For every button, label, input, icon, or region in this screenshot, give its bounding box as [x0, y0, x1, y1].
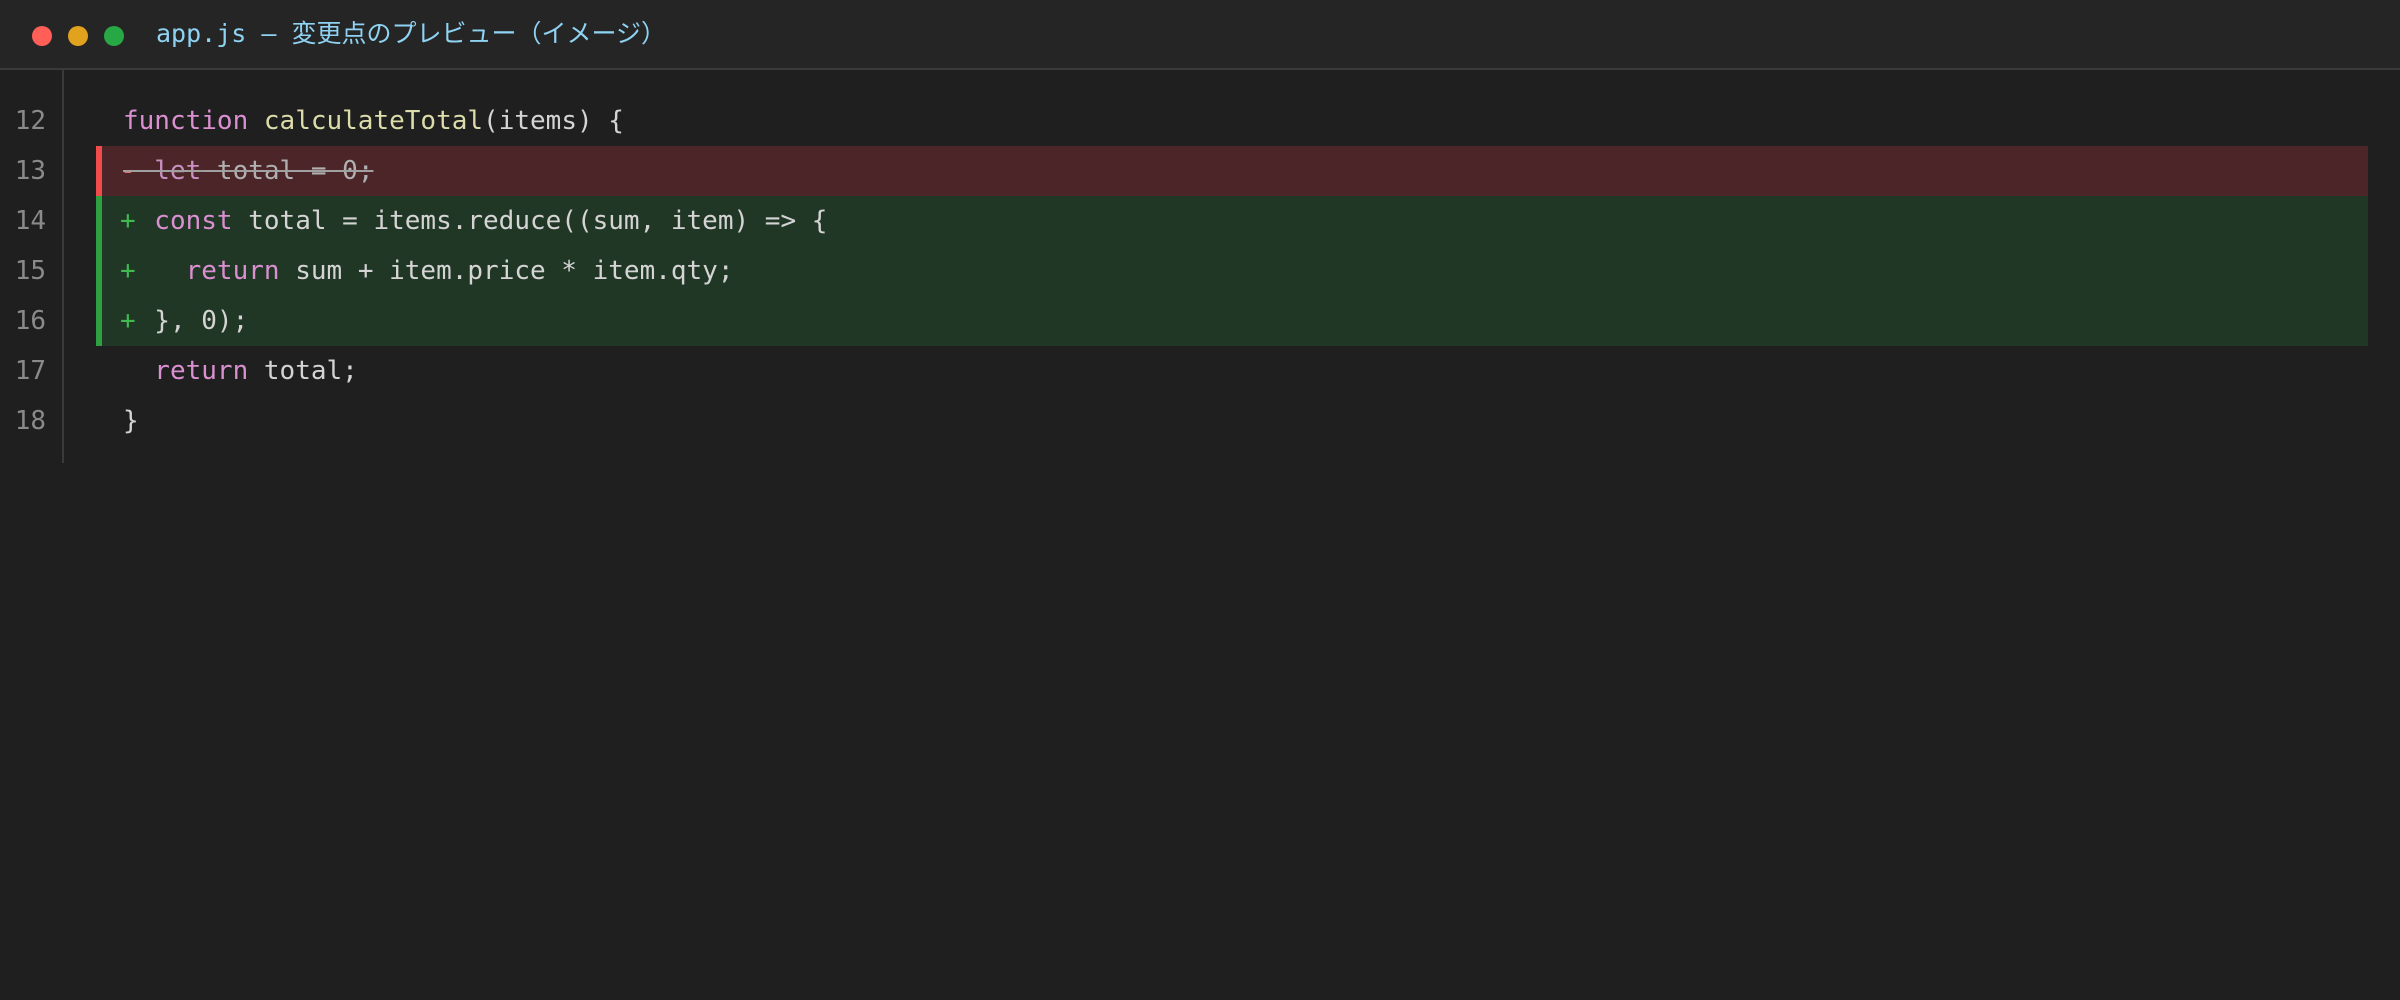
code-text: return total;	[123, 346, 358, 396]
close-button[interactable]	[32, 26, 52, 46]
code-token: total = 0;	[201, 156, 374, 186]
added-change-bar	[96, 296, 102, 346]
code-text: }, 0);	[123, 296, 248, 346]
line-number: 15	[14, 256, 46, 286]
line-number: 14	[14, 206, 46, 236]
function-name-token: calculateTotal	[263, 106, 484, 136]
line-number: 17	[14, 356, 46, 386]
code-line-15[interactable]: 15 + return sum + item.price * item.qty;	[0, 246, 2400, 296]
removed-line-highlight	[96, 146, 2368, 196]
keyword-token: return	[123, 256, 280, 286]
line-number: 12	[14, 106, 46, 136]
maximize-button[interactable]	[104, 26, 124, 46]
removed-change-bar	[96, 146, 102, 196]
added-change-bar	[96, 196, 102, 246]
line-number: 18	[14, 406, 46, 436]
code-text: function calculateTotal(items) {	[123, 96, 624, 146]
code-token: }	[123, 406, 139, 436]
code-line-17[interactable]: 17 return total;	[0, 346, 2400, 396]
keyword-token: const	[123, 206, 233, 236]
code-line-14[interactable]: 14 + const total = items.reduce((sum, ite…	[0, 196, 2400, 246]
window-title: app.js — 変更点のプレビュー（イメージ）	[156, 19, 666, 48]
code-token: total = items.reduce((sum, item) => {	[232, 206, 828, 236]
code-line-12[interactable]: 12 function calculateTotal(items) {	[0, 96, 2400, 146]
keyword-token: let	[123, 156, 202, 186]
added-line-highlight	[96, 296, 2368, 346]
code-text: }	[123, 396, 139, 446]
minimize-button[interactable]	[68, 26, 88, 46]
line-number: 13	[14, 156, 46, 186]
code-token: total;	[248, 356, 358, 386]
diff-editor[interactable]: 12 function calculateTotal(items) {13- le…	[0, 70, 2400, 1000]
code-line-18[interactable]: 18}	[0, 396, 2400, 446]
code-token: }, 0);	[123, 306, 249, 336]
code-line-16[interactable]: 16 + }, 0);	[0, 296, 2400, 346]
added-change-bar	[96, 246, 102, 296]
line-number: 16	[14, 306, 46, 336]
title-bar: app.js — 変更点のプレビュー（イメージ）	[0, 0, 2400, 70]
code-text: const total = items.reduce((sum, item) =…	[123, 196, 827, 246]
keyword-token: function	[123, 106, 249, 136]
code-token: (items) {	[483, 106, 624, 136]
code-token: sum + item.price * item.qty;	[279, 256, 734, 286]
keyword-token: return	[123, 356, 249, 386]
editor-window: app.js — 変更点のプレビュー（イメージ） 12 function calc…	[0, 0, 2400, 1000]
code-text: let total = 0;	[123, 146, 373, 196]
code-text: return sum + item.price * item.qty;	[123, 246, 734, 296]
code-line-13[interactable]: 13- let total = 0;	[0, 146, 2400, 196]
